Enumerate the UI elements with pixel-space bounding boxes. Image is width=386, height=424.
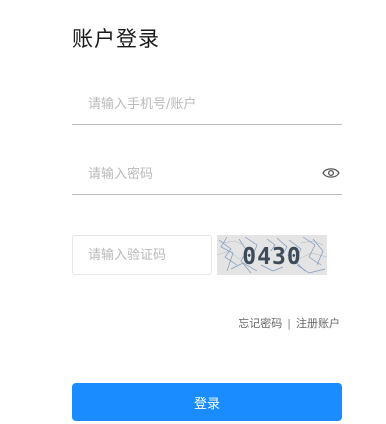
captcha-image[interactable]: 0430 [217, 235, 327, 275]
account-field [72, 85, 342, 125]
captcha-field [72, 235, 212, 275]
register-link[interactable]: 注册账户 [296, 317, 340, 330]
page-title: 账户登录 [72, 27, 160, 51]
eye-icon[interactable] [322, 166, 340, 180]
login-button[interactable]: 登录 [72, 383, 342, 421]
password-field [72, 155, 342, 195]
captcha-input[interactable] [88, 243, 203, 267]
account-input[interactable] [88, 91, 318, 117]
captcha-text: 0430 [242, 244, 301, 270]
forgot-password-link[interactable]: 忘记密码 [238, 317, 282, 330]
link-separator: | [287, 317, 291, 330]
account-links: 忘记密码 | 注册账户 [238, 316, 340, 332]
password-input[interactable] [88, 161, 318, 187]
